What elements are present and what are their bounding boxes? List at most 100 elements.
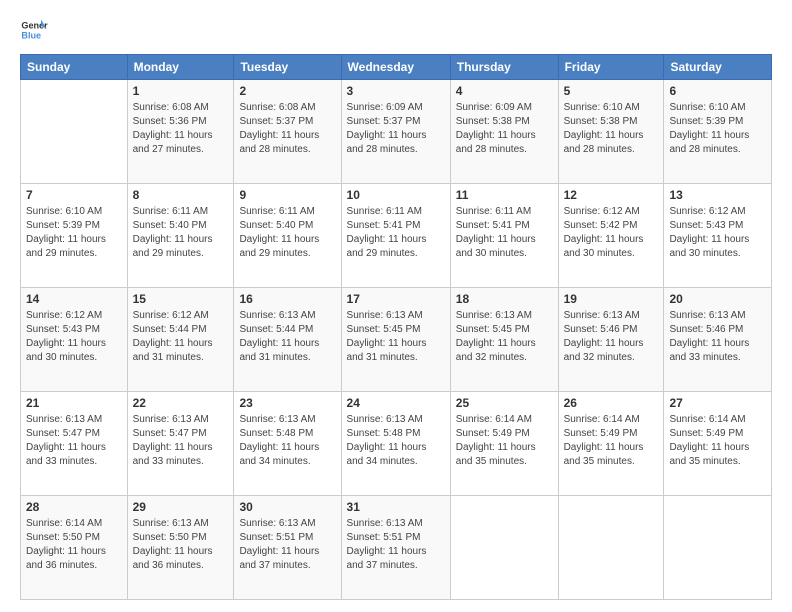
calendar-cell: 20 Sunrise: 6:13 AMSunset: 5:46 PMDaylig…	[664, 288, 772, 392]
day-number: 8	[133, 188, 229, 202]
calendar-cell: 2 Sunrise: 6:08 AMSunset: 5:37 PMDayligh…	[234, 80, 341, 184]
day-number: 12	[564, 188, 659, 202]
day-info: Sunrise: 6:10 AMSunset: 5:39 PMDaylight:…	[26, 205, 122, 261]
weekday-header-sunday: Sunday	[21, 55, 128, 80]
day-number: 10	[347, 188, 445, 202]
day-number: 26	[564, 396, 659, 410]
logo: General Blue	[20, 16, 52, 44]
day-info: Sunrise: 6:11 AMSunset: 5:41 PMDaylight:…	[347, 205, 445, 261]
calendar-cell: 18 Sunrise: 6:13 AMSunset: 5:45 PMDaylig…	[450, 288, 558, 392]
day-number: 11	[456, 188, 553, 202]
day-number: 13	[669, 188, 766, 202]
calendar-week-3: 14 Sunrise: 6:12 AMSunset: 5:43 PMDaylig…	[21, 288, 772, 392]
day-number: 22	[133, 396, 229, 410]
day-number: 14	[26, 292, 122, 306]
calendar-week-5: 28 Sunrise: 6:14 AMSunset: 5:50 PMDaylig…	[21, 496, 772, 600]
day-number: 25	[456, 396, 553, 410]
day-info: Sunrise: 6:13 AMSunset: 5:45 PMDaylight:…	[347, 309, 445, 365]
calendar-cell: 26 Sunrise: 6:14 AMSunset: 5:49 PMDaylig…	[558, 392, 664, 496]
weekday-header-tuesday: Tuesday	[234, 55, 341, 80]
logo-icon: General Blue	[20, 16, 48, 44]
calendar-cell: 13 Sunrise: 6:12 AMSunset: 5:43 PMDaylig…	[664, 184, 772, 288]
day-info: Sunrise: 6:13 AMSunset: 5:44 PMDaylight:…	[239, 309, 335, 365]
day-number: 27	[669, 396, 766, 410]
day-info: Sunrise: 6:13 AMSunset: 5:48 PMDaylight:…	[239, 413, 335, 469]
day-info: Sunrise: 6:12 AMSunset: 5:43 PMDaylight:…	[26, 309, 122, 365]
day-info: Sunrise: 6:13 AMSunset: 5:47 PMDaylight:…	[133, 413, 229, 469]
day-number: 18	[456, 292, 553, 306]
day-number: 7	[26, 188, 122, 202]
day-info: Sunrise: 6:08 AMSunset: 5:37 PMDaylight:…	[239, 101, 335, 157]
calendar-cell: 17 Sunrise: 6:13 AMSunset: 5:45 PMDaylig…	[341, 288, 450, 392]
calendar-week-2: 7 Sunrise: 6:10 AMSunset: 5:39 PMDayligh…	[21, 184, 772, 288]
calendar-header-row: SundayMondayTuesdayWednesdayThursdayFrid…	[21, 55, 772, 80]
day-number: 3	[347, 84, 445, 98]
day-info: Sunrise: 6:12 AMSunset: 5:43 PMDaylight:…	[669, 205, 766, 261]
calendar-cell: 7 Sunrise: 6:10 AMSunset: 5:39 PMDayligh…	[21, 184, 128, 288]
day-info: Sunrise: 6:11 AMSunset: 5:40 PMDaylight:…	[133, 205, 229, 261]
day-info: Sunrise: 6:13 AMSunset: 5:50 PMDaylight:…	[133, 517, 229, 573]
calendar-cell: 22 Sunrise: 6:13 AMSunset: 5:47 PMDaylig…	[127, 392, 234, 496]
calendar-cell: 24 Sunrise: 6:13 AMSunset: 5:48 PMDaylig…	[341, 392, 450, 496]
calendar-cell	[21, 80, 128, 184]
day-info: Sunrise: 6:13 AMSunset: 5:45 PMDaylight:…	[456, 309, 553, 365]
calendar-cell: 15 Sunrise: 6:12 AMSunset: 5:44 PMDaylig…	[127, 288, 234, 392]
day-info: Sunrise: 6:11 AMSunset: 5:41 PMDaylight:…	[456, 205, 553, 261]
calendar-cell: 23 Sunrise: 6:13 AMSunset: 5:48 PMDaylig…	[234, 392, 341, 496]
day-info: Sunrise: 6:11 AMSunset: 5:40 PMDaylight:…	[239, 205, 335, 261]
day-info: Sunrise: 6:14 AMSunset: 5:49 PMDaylight:…	[669, 413, 766, 469]
calendar-cell: 30 Sunrise: 6:13 AMSunset: 5:51 PMDaylig…	[234, 496, 341, 600]
day-number: 23	[239, 396, 335, 410]
day-number: 24	[347, 396, 445, 410]
calendar-cell: 9 Sunrise: 6:11 AMSunset: 5:40 PMDayligh…	[234, 184, 341, 288]
day-number: 29	[133, 500, 229, 514]
calendar-cell: 19 Sunrise: 6:13 AMSunset: 5:46 PMDaylig…	[558, 288, 664, 392]
svg-text:Blue: Blue	[21, 30, 41, 40]
calendar-cell: 25 Sunrise: 6:14 AMSunset: 5:49 PMDaylig…	[450, 392, 558, 496]
day-info: Sunrise: 6:13 AMSunset: 5:46 PMDaylight:…	[669, 309, 766, 365]
day-info: Sunrise: 6:13 AMSunset: 5:51 PMDaylight:…	[239, 517, 335, 573]
day-number: 21	[26, 396, 122, 410]
calendar-cell: 31 Sunrise: 6:13 AMSunset: 5:51 PMDaylig…	[341, 496, 450, 600]
day-info: Sunrise: 6:12 AMSunset: 5:42 PMDaylight:…	[564, 205, 659, 261]
calendar-cell	[664, 496, 772, 600]
calendar-cell: 6 Sunrise: 6:10 AMSunset: 5:39 PMDayligh…	[664, 80, 772, 184]
day-number: 15	[133, 292, 229, 306]
calendar-cell: 29 Sunrise: 6:13 AMSunset: 5:50 PMDaylig…	[127, 496, 234, 600]
calendar-cell: 8 Sunrise: 6:11 AMSunset: 5:40 PMDayligh…	[127, 184, 234, 288]
day-info: Sunrise: 6:13 AMSunset: 5:47 PMDaylight:…	[26, 413, 122, 469]
day-number: 31	[347, 500, 445, 514]
calendar-cell: 12 Sunrise: 6:12 AMSunset: 5:42 PMDaylig…	[558, 184, 664, 288]
calendar-table: SundayMondayTuesdayWednesdayThursdayFrid…	[20, 54, 772, 600]
calendar-cell	[450, 496, 558, 600]
weekday-header-wednesday: Wednesday	[341, 55, 450, 80]
day-number: 30	[239, 500, 335, 514]
calendar-cell: 16 Sunrise: 6:13 AMSunset: 5:44 PMDaylig…	[234, 288, 341, 392]
calendar-week-1: 1 Sunrise: 6:08 AMSunset: 5:36 PMDayligh…	[21, 80, 772, 184]
weekday-header-saturday: Saturday	[664, 55, 772, 80]
day-info: Sunrise: 6:09 AMSunset: 5:37 PMDaylight:…	[347, 101, 445, 157]
calendar-cell: 5 Sunrise: 6:10 AMSunset: 5:38 PMDayligh…	[558, 80, 664, 184]
day-info: Sunrise: 6:12 AMSunset: 5:44 PMDaylight:…	[133, 309, 229, 365]
calendar-cell: 4 Sunrise: 6:09 AMSunset: 5:38 PMDayligh…	[450, 80, 558, 184]
weekday-header-thursday: Thursday	[450, 55, 558, 80]
day-info: Sunrise: 6:13 AMSunset: 5:46 PMDaylight:…	[564, 309, 659, 365]
day-number: 28	[26, 500, 122, 514]
day-info: Sunrise: 6:10 AMSunset: 5:39 PMDaylight:…	[669, 101, 766, 157]
day-number: 1	[133, 84, 229, 98]
day-number: 17	[347, 292, 445, 306]
day-info: Sunrise: 6:08 AMSunset: 5:36 PMDaylight:…	[133, 101, 229, 157]
day-number: 4	[456, 84, 553, 98]
calendar-cell: 27 Sunrise: 6:14 AMSunset: 5:49 PMDaylig…	[664, 392, 772, 496]
day-info: Sunrise: 6:09 AMSunset: 5:38 PMDaylight:…	[456, 101, 553, 157]
day-info: Sunrise: 6:14 AMSunset: 5:50 PMDaylight:…	[26, 517, 122, 573]
weekday-header-monday: Monday	[127, 55, 234, 80]
day-number: 19	[564, 292, 659, 306]
day-info: Sunrise: 6:14 AMSunset: 5:49 PMDaylight:…	[456, 413, 553, 469]
calendar-week-4: 21 Sunrise: 6:13 AMSunset: 5:47 PMDaylig…	[21, 392, 772, 496]
calendar-cell: 28 Sunrise: 6:14 AMSunset: 5:50 PMDaylig…	[21, 496, 128, 600]
weekday-header-friday: Friday	[558, 55, 664, 80]
day-info: Sunrise: 6:10 AMSunset: 5:38 PMDaylight:…	[564, 101, 659, 157]
day-number: 9	[239, 188, 335, 202]
day-info: Sunrise: 6:13 AMSunset: 5:51 PMDaylight:…	[347, 517, 445, 573]
